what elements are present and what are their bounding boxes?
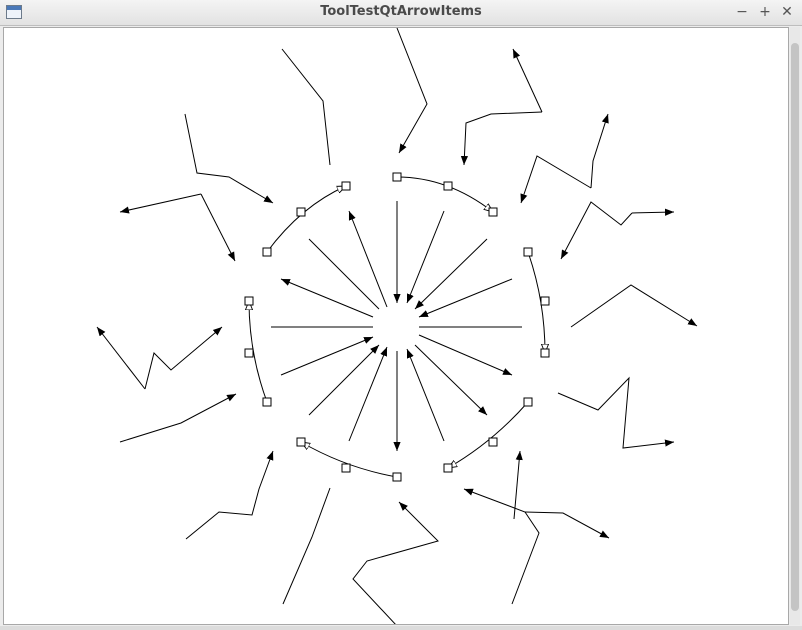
radial-arrow[interactable] — [414, 238, 488, 310]
graphics-canvas[interactable] — [3, 27, 789, 625]
radial-arrow[interactable] — [406, 348, 445, 442]
polyline-arrow[interactable] — [200, 193, 236, 262]
control-handle[interactable] — [443, 463, 453, 473]
control-handle[interactable] — [341, 181, 351, 191]
control-handle[interactable] — [443, 181, 453, 191]
horizontal-scrollbar[interactable] — [0, 626, 802, 630]
polyline-arrow[interactable] — [185, 450, 274, 540]
control-handle[interactable] — [296, 437, 306, 447]
curved-arrow[interactable] — [266, 186, 346, 253]
polyline-arrow[interactable] — [352, 501, 439, 625]
radial-arrow[interactable] — [280, 336, 374, 376]
radial-arrow[interactable] — [418, 278, 513, 318]
polyline-arrow[interactable] — [96, 326, 146, 390]
polyline-arrow[interactable] — [557, 376, 675, 449]
polyline-arrow[interactable] — [184, 113, 274, 204]
radial-arrow[interactable] — [406, 210, 445, 304]
polyline-arrow[interactable] — [560, 201, 633, 260]
radial-arrow[interactable] — [308, 344, 380, 416]
vertical-scrollbar-thumb[interactable] — [791, 43, 799, 611]
radial-arrow[interactable] — [418, 334, 513, 376]
polyline-arrow[interactable] — [463, 488, 540, 605]
close-icon[interactable]: ✕ — [778, 3, 796, 21]
control-handle[interactable] — [392, 472, 402, 482]
maximize-icon[interactable]: + — [756, 3, 774, 21]
radial-line[interactable] — [308, 238, 380, 310]
polyline-arrow[interactable] — [520, 155, 592, 204]
control-handle[interactable] — [540, 348, 550, 358]
radial-arrow[interactable] — [348, 210, 388, 308]
polyline-arrow[interactable] — [512, 48, 543, 113]
polyline-line[interactable] — [281, 48, 331, 166]
polyline-arrow[interactable] — [524, 511, 610, 539]
curved-arrow[interactable] — [448, 401, 529, 468]
control-handle[interactable] — [488, 437, 498, 447]
radial-arrow[interactable] — [280, 278, 374, 318]
vertical-scrollbar[interactable] — [790, 27, 800, 625]
title-bar[interactable]: ToolTestQtArrowItems − + ✕ — [0, 0, 802, 26]
polyline-arrow[interactable] — [590, 113, 609, 189]
polyline-arrow[interactable] — [144, 326, 223, 390]
control-handle[interactable] — [341, 463, 351, 473]
polyline-arrow[interactable] — [631, 208, 675, 216]
radial-arrow[interactable] — [414, 344, 488, 416]
control-handle[interactable] — [523, 247, 533, 257]
polyline-arrow[interactable] — [119, 393, 237, 443]
arrow-items-scene[interactable] — [4, 28, 789, 625]
polyline-arrow[interactable] — [119, 193, 202, 214]
app-window: ToolTestQtArrowItems − + ✕ — [0, 0, 802, 630]
polyline-arrow[interactable] — [570, 284, 698, 328]
window-title: ToolTestQtArrowItems — [320, 4, 482, 19]
polyline-arrow[interactable] — [396, 28, 428, 154]
radial-arrow[interactable] — [348, 346, 388, 442]
control-handle[interactable] — [262, 247, 272, 257]
control-handle[interactable] — [262, 397, 272, 407]
control-handle[interactable] — [488, 207, 498, 217]
polyline-line[interactable] — [282, 487, 331, 605]
control-handle[interactable] — [244, 296, 254, 306]
control-handle[interactable] — [244, 348, 254, 358]
control-handle[interactable] — [540, 296, 550, 306]
minimize-icon[interactable]: − — [733, 3, 751, 21]
control-handle[interactable] — [523, 397, 533, 407]
control-handle[interactable] — [296, 207, 306, 217]
polyline-arrow[interactable] — [460, 111, 543, 166]
control-handle[interactable] — [392, 172, 402, 182]
